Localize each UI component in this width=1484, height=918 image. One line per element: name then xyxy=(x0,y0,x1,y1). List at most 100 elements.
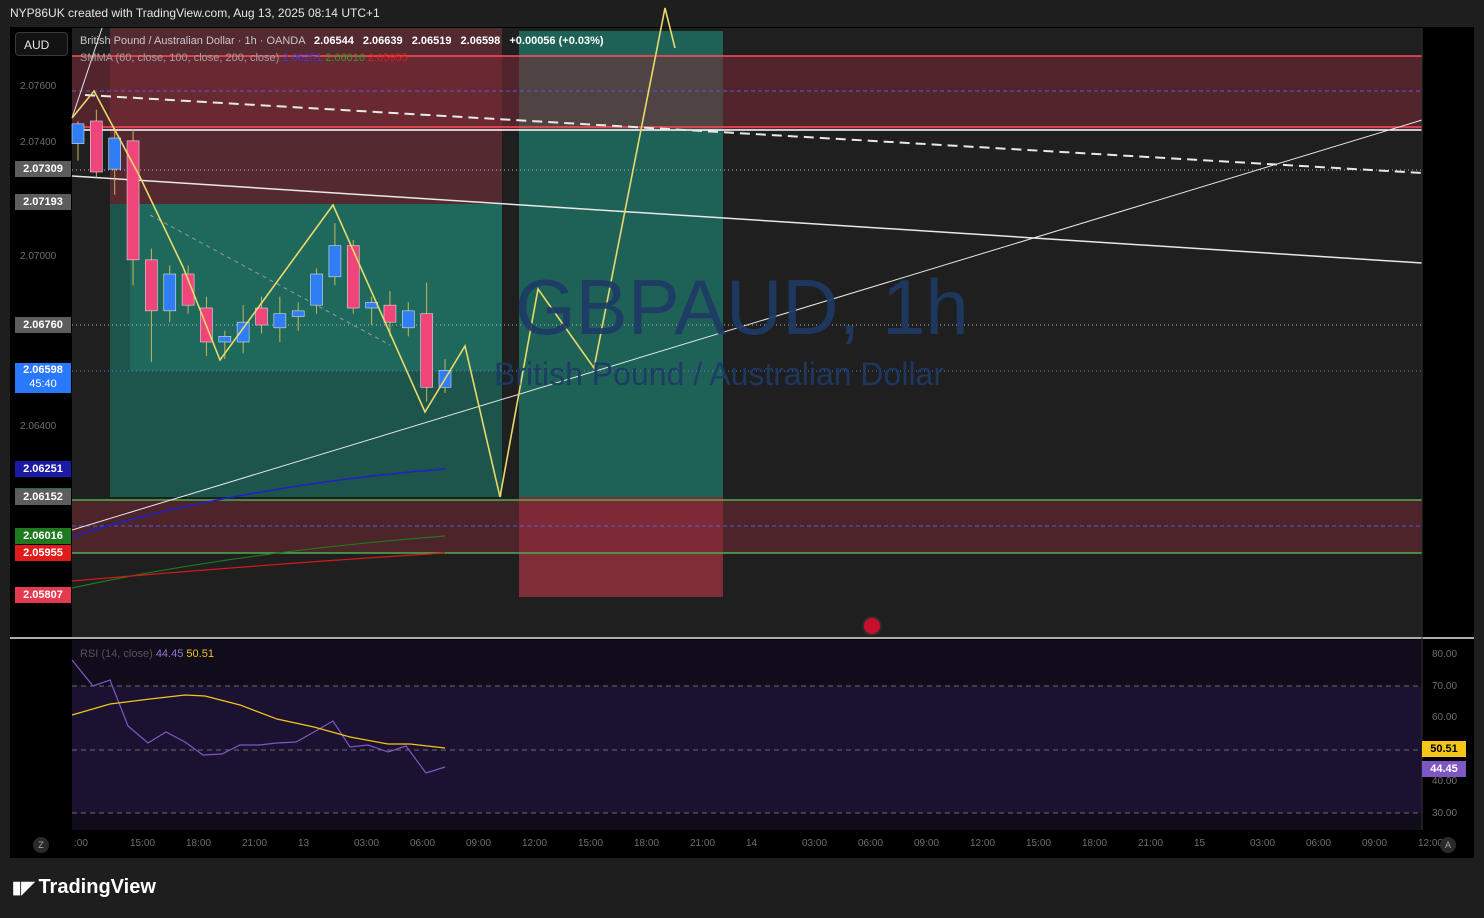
price-label: 2.07193 xyxy=(15,194,71,211)
indicator-value-1: 2.06251 xyxy=(282,52,323,64)
price-label-text: 2.06760 xyxy=(23,319,63,331)
x-axis-tick: 21:00 xyxy=(690,838,716,849)
x-axis-tick: 15 xyxy=(1194,838,1206,849)
price-label-text: 2.06251 xyxy=(23,463,63,476)
price-label-text: 2.06016 xyxy=(23,529,63,542)
price-label: 2.05807 xyxy=(15,587,71,604)
price-label-text: 2.07193 xyxy=(23,196,63,209)
rsi-tick: 70.00 xyxy=(1432,681,1458,692)
price-label: 2.06598 45:40 xyxy=(15,362,71,393)
rsi-ma-label: 50.51 xyxy=(1422,741,1466,757)
x-axis-tick: 18:00 xyxy=(634,838,660,849)
tradingview-logo: ▮◤ TradingView xyxy=(12,876,156,899)
indicator-legend: SMMA (60, close, 100, close, 200, close)… xyxy=(80,52,408,64)
candle-body xyxy=(291,310,305,317)
x-axis-tick: 09:00 xyxy=(466,838,492,849)
candle-body xyxy=(273,313,287,329)
price-label-text: 2.06152 xyxy=(23,491,63,504)
x-axis-tick: 15:00 xyxy=(1026,838,1052,849)
x-axis-tick: 06:00 xyxy=(858,838,884,849)
currency-button[interactable]: AUD xyxy=(15,32,68,56)
ohlc-low: 2.06519 xyxy=(411,35,452,47)
chart-attribution: NYP86UK created with TradingView.com, Au… xyxy=(10,6,380,20)
price-label: 2.07309 xyxy=(15,161,71,178)
ohlc-change: +0.00056 (+0.03%) xyxy=(509,35,604,47)
price-label: 2.06251 xyxy=(15,461,71,478)
rsi-band xyxy=(72,686,1422,813)
bar-countdown: 45:40 xyxy=(29,377,57,390)
x-axis-tick: 12:00 xyxy=(970,838,996,849)
watermark-name: British Pound / Australian Dollar xyxy=(494,356,944,392)
axis-tick: 2.07600 xyxy=(20,81,57,92)
x-axis-tick: 03:00 xyxy=(1250,838,1276,849)
candle-body xyxy=(90,120,103,173)
x-axis-tick: 15:00 xyxy=(578,838,604,849)
x-axis-tick: 12:00 xyxy=(522,838,548,849)
auto-scale-icon[interactable]: A xyxy=(1440,837,1456,853)
x-axis-tick: 21:00 xyxy=(242,838,268,849)
candle-body xyxy=(163,273,177,312)
candle-body xyxy=(346,245,360,309)
rsi-tick: 30.00 xyxy=(1432,808,1458,819)
candle-body xyxy=(383,304,397,323)
candle-body xyxy=(145,259,158,312)
brand-name: TradingView xyxy=(38,876,156,898)
rsi-value-label: 44.45 xyxy=(1422,761,1466,777)
rsi-legend: RSI (14, close) 44.45 50.51 xyxy=(80,648,214,660)
candle-body xyxy=(328,245,342,278)
x-axis-tick: :00 xyxy=(74,838,88,849)
x-axis-tick: 13 xyxy=(298,838,310,849)
x-axis-tick: 09:00 xyxy=(1362,838,1388,849)
x-axis-tick: 03:00 xyxy=(802,838,828,849)
price-label: 2.05955 xyxy=(15,545,71,562)
ohlc-open: 2.06544 xyxy=(314,35,354,47)
tv-logo-icon: ▮◤ xyxy=(12,878,35,897)
x-axis-tick: 06:00 xyxy=(410,838,436,849)
rsi-value: 44.45 xyxy=(155,648,184,660)
price-label-text: 2.05955 xyxy=(23,547,63,560)
axis-tick: 2.06400 xyxy=(20,421,57,432)
symbol-legend: British Pound / Australian Dollar · 1h ·… xyxy=(80,35,604,47)
resistance-band xyxy=(72,56,1422,130)
candle-body xyxy=(236,321,250,343)
price-label: 2.06152 xyxy=(15,489,71,506)
rsi-name: RSI (14, close) xyxy=(80,648,153,660)
candle-body xyxy=(218,336,232,343)
ohlc-close: 2.06598 xyxy=(460,35,501,47)
rsi-tick: 40.00 xyxy=(1432,776,1458,787)
price-label: 2.06016 xyxy=(15,527,71,544)
axis-tick: 2.07400 xyxy=(20,137,57,148)
candle-body xyxy=(126,140,140,261)
x-axis-tick: 18:00 xyxy=(1082,838,1108,849)
candle-body xyxy=(401,310,415,329)
uk-flag-icon[interactable] xyxy=(862,616,882,636)
axis-tick: 2.07000 xyxy=(20,251,57,262)
x-axis-tick: 03:00 xyxy=(354,838,380,849)
rsi-ma-value: 50.51 xyxy=(186,648,214,660)
candle-body xyxy=(255,307,268,326)
indicator-value-3: 2.05955 xyxy=(368,52,408,64)
price-label-text: 2.05807 xyxy=(23,589,63,602)
price-chart-svg[interactable] xyxy=(0,0,1484,918)
x-axis-tick: 18:00 xyxy=(186,838,212,849)
x-axis-tick: 14 xyxy=(746,838,758,849)
zoom-icon[interactable]: Z xyxy=(33,837,49,853)
x-axis-tick: 09:00 xyxy=(914,838,940,849)
candle-body xyxy=(420,313,433,388)
candle-body xyxy=(71,123,85,144)
rsi-tick: 80.00 xyxy=(1432,649,1458,660)
candle-body xyxy=(310,273,323,306)
price-label-text: 2.06598 xyxy=(23,363,63,376)
indicator-value-2: 2.06016 xyxy=(325,52,365,64)
candle-body xyxy=(108,137,121,170)
indicator-name: SMMA (60, close, 100, close, 200, close) xyxy=(80,52,280,64)
price-label-text: 2.07309 xyxy=(23,163,63,176)
x-axis-tick: 21:00 xyxy=(1138,838,1164,849)
x-axis-tick: 06:00 xyxy=(1306,838,1332,849)
watermark-ticker: GBPAUD, 1h xyxy=(515,263,969,351)
symbol-name: British Pound / Australian Dollar · 1h ·… xyxy=(80,35,305,47)
rsi-tick: 60.00 xyxy=(1432,712,1458,723)
ohlc-high: 2.06639 xyxy=(362,35,403,47)
x-axis-tick: 15:00 xyxy=(130,838,156,849)
price-label: 2.06760 xyxy=(15,317,71,333)
